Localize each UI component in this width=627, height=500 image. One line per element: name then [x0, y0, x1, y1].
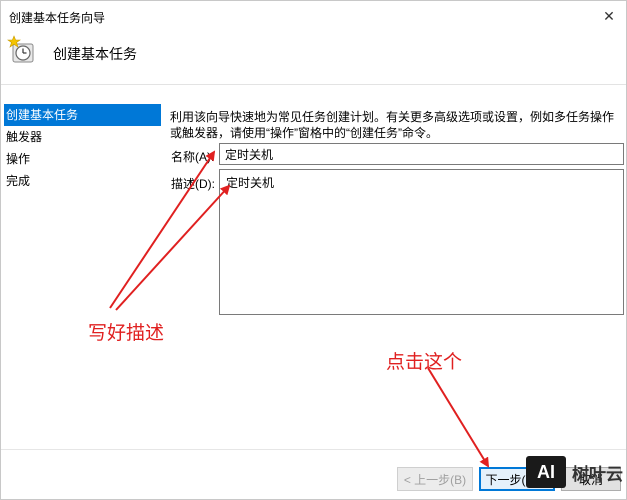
window-title: 创建基本任务向导 — [9, 11, 106, 25]
wizard-window: 创建基本任务向导 ✕ 创建基本任务 创建基本任务 触发器 操作 完成 利用该向导… — [0, 0, 627, 500]
annotation-click-this: 点击这个 — [386, 351, 463, 373]
footer-divider — [1, 449, 626, 450]
watermark-text: 树叶云 — [572, 465, 623, 484]
annotation-write-description: 写好描述 — [88, 322, 165, 344]
sidebar-item-create-basic-task[interactable]: 创建基本任务 — [4, 104, 161, 126]
task-description-textarea[interactable]: 定时关机 — [219, 169, 624, 315]
title-bar: 创建基本任务向导 ✕ — [1, 1, 626, 31]
sidebar-item-trigger[interactable]: 触发器 — [4, 126, 161, 148]
watermark-logo: AI — [526, 456, 566, 488]
wizard-header: 创建基本任务 — [1, 31, 626, 85]
back-button[interactable]: < 上一步(B) — [397, 467, 473, 491]
page-title: 创建基本任务 — [53, 46, 137, 62]
task-scheduler-clock-icon — [7, 35, 34, 63]
description-label: 描述(D): — [171, 177, 215, 191]
sidebar-item-finish[interactable]: 完成 — [4, 170, 161, 192]
wizard-hint-text: 利用该向导快速地为常见任务创建计划。有关更多高级选项或设置，例如多任务操作或触发… — [170, 110, 615, 140]
site-watermark: AI 树叶云 — [526, 452, 627, 500]
close-button[interactable]: ✕ — [592, 1, 626, 31]
task-name-input[interactable] — [219, 143, 624, 165]
sidebar-item-action[interactable]: 操作 — [4, 148, 161, 170]
name-label: 名称(A): — [171, 150, 215, 164]
wizard-steps-sidebar: 创建基本任务 触发器 操作 完成 — [4, 104, 161, 192]
